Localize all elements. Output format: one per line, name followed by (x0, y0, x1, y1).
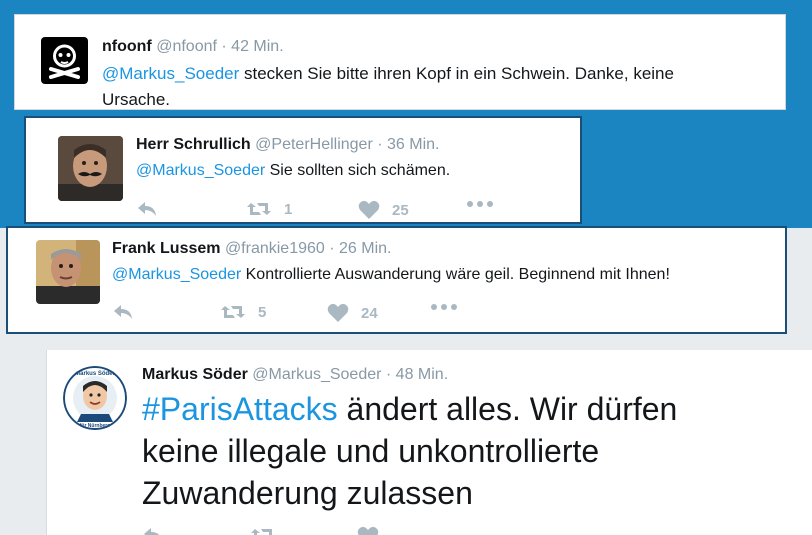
avatar[interactable] (58, 136, 123, 201)
tweet-header: Frank Lussem @frankie1960 · 26 Min. (112, 240, 392, 258)
tweet-card-markus-soeder[interactable]: Markus Söder für Nürnberg Markus Söder @… (46, 350, 812, 535)
reply-button[interactable] (136, 200, 158, 218)
tweet-actions: 5 24 (112, 303, 552, 325)
retweet-count: 5 (258, 303, 267, 321)
mention-link[interactable]: @Markus_Soeder (112, 266, 241, 283)
tweet-text-part: keine illegale und unkontrollierte (142, 433, 600, 469)
reply-icon (114, 305, 132, 319)
retweet-icon (251, 529, 272, 535)
more-dots-icon (431, 304, 457, 310)
person-photo-icon (58, 136, 123, 201)
like-count: 25 (392, 201, 409, 219)
tweet-text-part: Sie sollten sich schämen. (265, 162, 451, 179)
tweet-text: @Markus_Soeder stecken Sie bitte ihren K… (102, 61, 782, 113)
avatar[interactable] (36, 240, 100, 304)
tweet-text: #ParisAttacks ändert alles. Wir dürfen k… (142, 388, 802, 514)
retweet-button[interactable] (250, 526, 276, 535)
tweet-time[interactable]: · 42 Min. (221, 38, 283, 55)
heart-icon (357, 526, 379, 535)
person-photo-icon (36, 240, 100, 304)
tweet-header: Herr Schrullich @PeterHellinger · 36 Min… (136, 136, 439, 154)
retweet-icon (221, 306, 245, 318)
tweet-actions: 1 25 (136, 200, 576, 222)
tweet-text: @Markus_Soeder Kontrollierte Auswanderun… (112, 262, 782, 288)
tweet-time[interactable]: · 48 Min. (386, 366, 448, 383)
tweet-header: Markus Söder @Markus_Soeder · 48 Min. (142, 366, 448, 384)
user-handle[interactable]: @Markus_Soeder (252, 366, 381, 383)
heart-icon (327, 303, 349, 322)
tweet-time[interactable]: · 36 Min. (377, 136, 439, 153)
tweet-text-part: Kontrollierte Auswanderung wäre geil. Be… (241, 266, 670, 283)
mention-link[interactable]: @Markus_Soeder (136, 162, 265, 179)
tweet-card-herr-schrullich[interactable]: Herr Schrullich @PeterHellinger · 36 Min… (24, 116, 582, 224)
reply-button[interactable] (112, 303, 134, 321)
user-handle[interactable]: @frankie1960 (225, 240, 325, 257)
avatar[interactable]: Markus Söder für Nürnberg (63, 366, 127, 430)
caricature-logo-icon: Markus Söder für Nürnberg (63, 366, 127, 430)
avatar-text-bottom: für Nürnberg (80, 423, 111, 429)
like-button[interactable]: 24 (327, 303, 378, 323)
reply-icon (144, 528, 160, 535)
hashtag-link[interactable]: #ParisAttacks (142, 391, 338, 427)
like-button[interactable]: 25 (358, 200, 409, 220)
tweet-header: nfoonf @nfoonf · 42 Min. (102, 38, 284, 56)
avatar[interactable] (41, 37, 88, 84)
more-button[interactable] (430, 303, 458, 311)
user-handle[interactable]: @PeterHellinger (255, 136, 373, 153)
retweet-icon (247, 203, 271, 215)
retweet-button[interactable]: 5 (220, 303, 266, 321)
user-name[interactable]: Frank Lussem (112, 240, 220, 257)
tweet-text-part: stecken Sie bitte ihren Kopf in ein Schw… (239, 64, 674, 83)
tweet-text-part: ändert alles. Wir dürfen (337, 391, 678, 427)
mention-link[interactable]: @Markus_Soeder (102, 64, 239, 83)
skull-icon (49, 44, 80, 79)
reply-button[interactable] (142, 526, 164, 535)
user-name[interactable]: Herr Schrullich (136, 136, 251, 153)
retweet-count: 1 (284, 200, 293, 218)
like-count: 24 (361, 304, 378, 322)
retweet-button[interactable]: 1 (246, 200, 292, 218)
user-name[interactable]: Markus Söder (142, 366, 248, 383)
avatar-text-top: Markus Söder (75, 371, 115, 377)
tweet-time[interactable]: · 26 Min. (329, 240, 391, 257)
tweet-text-part: Zuwanderung zulassen (142, 475, 473, 511)
heart-icon (358, 200, 380, 219)
user-handle[interactable]: @nfoonf (156, 38, 217, 55)
user-name[interactable]: nfoonf (102, 38, 152, 55)
tweet-text: @Markus_Soeder Sie sollten sich schämen. (136, 158, 576, 184)
tweet-text-part: Ursache. (102, 90, 171, 109)
tweet-actions (142, 526, 582, 535)
more-dots-icon (467, 201, 493, 207)
more-button[interactable] (466, 200, 494, 208)
tweet-card-frank-lussem[interactable]: Frank Lussem @frankie1960 · 26 Min. @Mar… (6, 226, 787, 334)
tweet-card-nfoonf[interactable]: nfoonf @nfoonf · 42 Min. @Markus_Soeder … (14, 14, 786, 110)
reply-icon (138, 202, 156, 216)
like-button[interactable] (357, 526, 379, 535)
